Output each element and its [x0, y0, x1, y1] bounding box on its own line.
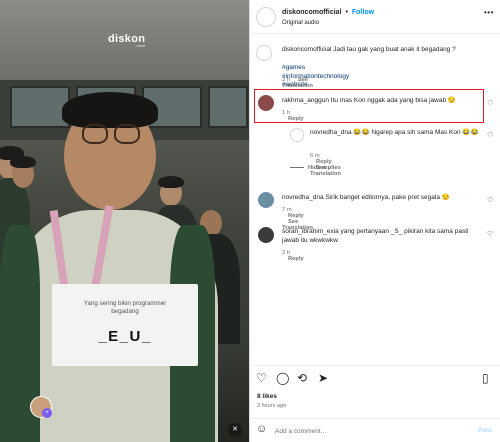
- avatar[interactable]: [290, 128, 304, 142]
- reply-button[interactable]: Reply: [288, 116, 304, 122]
- post-header: diskoncomofficial • Follow Original audi…: [250, 0, 500, 34]
- comment-icon[interactable]: ◯: [276, 371, 289, 385]
- comment-meta: 2 h Reply: [282, 250, 304, 262]
- username-link[interactable]: soran_ibrahim_exia: [282, 228, 339, 235]
- comment-input[interactable]: [275, 425, 465, 437]
- share-icon[interactable]: ⟲: [297, 371, 307, 385]
- post-time: 3 hours ago: [257, 403, 287, 409]
- add-icon: +: [42, 408, 52, 418]
- audio-link[interactable]: Original audio: [282, 20, 319, 26]
- hide-replies-button[interactable]: Hide replies: [290, 165, 341, 171]
- post-actions: ♡ ◯ ⟲ ➤ ▯ 8 likes 3 hours ago: [249, 365, 500, 417]
- heart-icon[interactable]: ♡: [487, 131, 493, 139]
- comment-meta: 1 h Reply: [282, 110, 304, 122]
- heart-icon[interactable]: ♡: [487, 230, 493, 238]
- reel-video[interactable]: diskon .com Yang sering bikin programmer…: [0, 0, 249, 442]
- likes-count[interactable]: 8 likes: [257, 393, 277, 400]
- avatar[interactable]: [256, 45, 272, 61]
- comment-text: soran_ibrahim_exia yang pertanyaan _S_ p…: [282, 228, 469, 244]
- reply-button[interactable]: Reply: [288, 256, 304, 262]
- post-button[interactable]: Post: [478, 427, 492, 434]
- speaker-muted-icon[interactable]: ✕: [228, 423, 242, 437]
- sign-puzzle: _E_U_: [98, 328, 152, 345]
- puzzle-sign: Yang sering bikin programmer begadang _E…: [52, 284, 198, 366]
- emoji-icon[interactable]: ☺: [256, 423, 267, 435]
- heart-icon[interactable]: ♡: [487, 196, 493, 204]
- username-link[interactable]: diskoncomofficial: [282, 46, 331, 53]
- bookmark-icon[interactable]: ▯: [482, 371, 489, 385]
- username-link[interactable]: novredha_dna: [282, 194, 324, 201]
- separator-dot: •: [345, 9, 348, 16]
- sign-question: Yang sering bikin programmer begadang: [83, 300, 167, 316]
- add-comment-bar: ☺ Post: [249, 418, 500, 442]
- brand-watermark: diskon .com: [108, 33, 146, 48]
- heart-icon[interactable]: ♡: [487, 99, 493, 107]
- comment-text: novredha_dna Sirik banget editornya, pak…: [282, 194, 450, 201]
- avatar[interactable]: [258, 192, 274, 208]
- avatar[interactable]: [258, 95, 274, 111]
- glasses: [76, 124, 146, 146]
- avatar[interactable]: [256, 7, 276, 27]
- caption-text: diskoncomofficial Jadi tau gak yang buat…: [282, 46, 456, 53]
- send-icon[interactable]: ➤: [318, 371, 328, 385]
- username-link[interactable]: novredha_dna: [310, 129, 352, 136]
- avatar[interactable]: [258, 227, 274, 243]
- username-link[interactable]: diskoncomofficial: [282, 9, 342, 16]
- comment-text: rakhma_anggun Itu mas Kon nggak ada yang…: [282, 97, 456, 104]
- like-icon[interactable]: ♡: [256, 371, 267, 385]
- more-options-icon[interactable]: •••: [484, 8, 494, 17]
- comment-text: novredha_dna 😂😂 Ngarep apa sih sama Mas …: [310, 129, 479, 136]
- follow-button[interactable]: Follow: [352, 9, 374, 16]
- username-link[interactable]: rakhma_anggun: [282, 97, 329, 104]
- caption-meta: 3 h See Translation: [282, 77, 313, 89]
- post-author: diskoncomofficial • Follow: [282, 9, 374, 16]
